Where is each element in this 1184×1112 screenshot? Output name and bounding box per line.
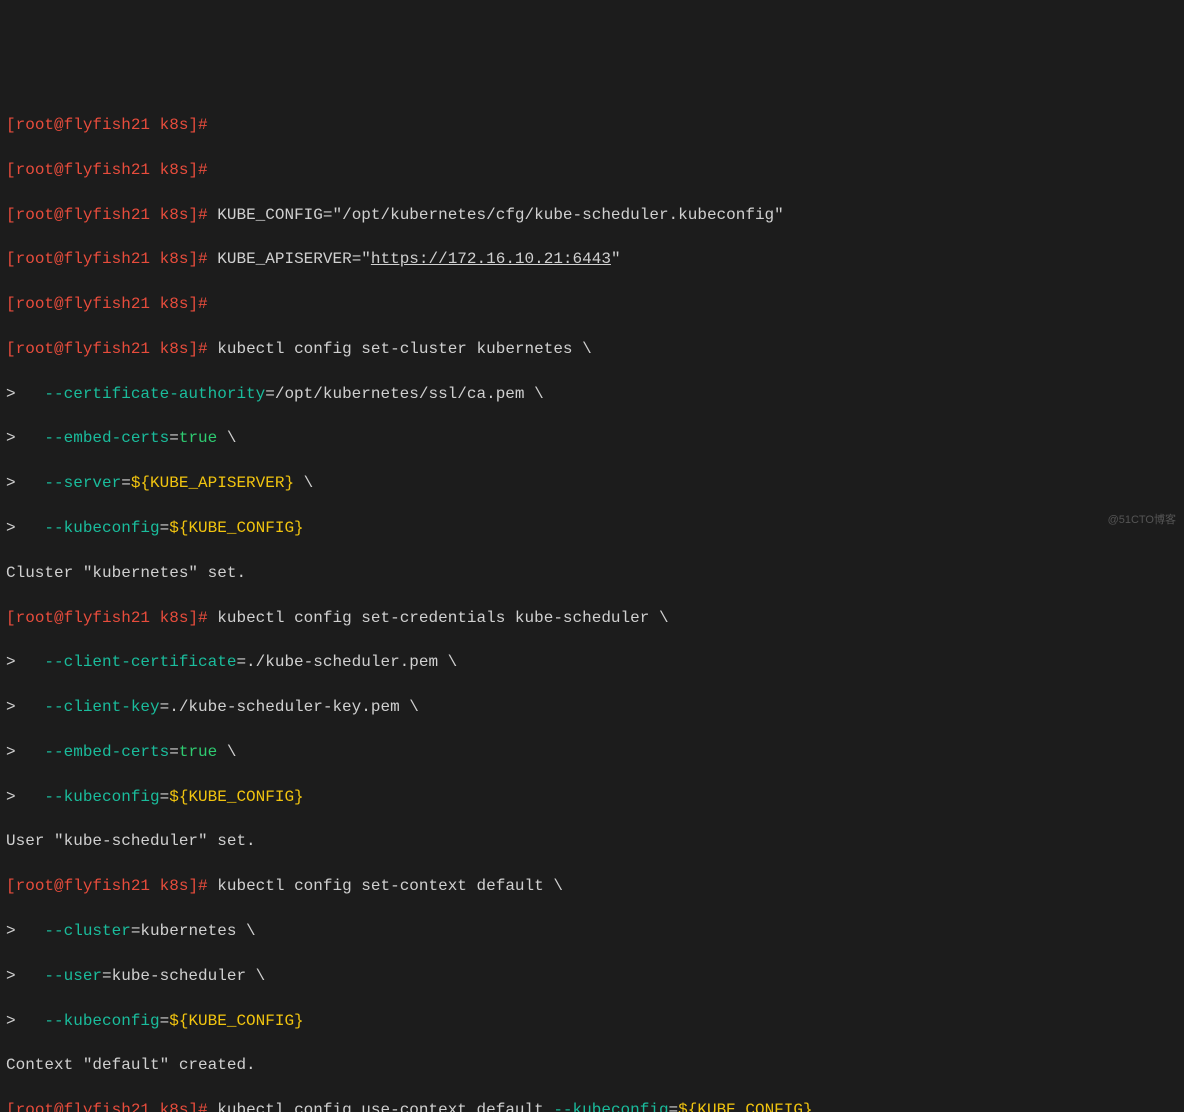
terminal-line: > --client-certificate=./kube-scheduler.… [6,651,1178,673]
value-text: true [179,743,217,761]
terminal-line: > --cluster=kubernetes \ [6,920,1178,942]
terminal-line: [root@flyfish21 k8s]# kubectl config set… [6,338,1178,360]
terminal-line: > --kubeconfig=${KUBE_CONFIG} [6,1010,1178,1032]
flag-text: --server [44,474,121,492]
terminal-line: [root@flyfish21 k8s]# KUBE_APISERVER="ht… [6,248,1178,270]
prompt-user-host: root@flyfish21 [16,116,150,134]
flag-text: --kubeconfig [44,1012,159,1030]
terminal-line: > --user=kube-scheduler \ [6,965,1178,987]
terminal-line: [root@flyfish21 k8s]# kubectl config set… [6,607,1178,629]
flag-text: --kubeconfig [44,788,159,806]
command-text: kubectl config use-context default [217,1101,553,1112]
flag-text: --embed-certs [44,429,169,447]
terminal-line: > --client-key=./kube-scheduler-key.pem … [6,696,1178,718]
command-text: KUBE_CONFIG="/opt/kubernetes/cfg/kube-sc… [217,206,784,224]
command-text: kubectl config set-cluster kubernetes \ [217,340,591,358]
terminal[interactable]: [root@flyfish21 k8s]# [root@flyfish21 k8… [6,92,1178,1112]
terminal-line: [root@flyfish21 k8s]# KUBE_CONFIG="/opt/… [6,204,1178,226]
variable-text: ${KUBE_APISERVER} [131,474,294,492]
command-text: kubectl config set-credentials kube-sche… [217,609,668,627]
flag-text: --client-key [44,698,159,716]
terminal-line: > --embed-certs=true \ [6,427,1178,449]
command-text: kubectl config set-context default \ [217,877,563,895]
flag-text: --certificate-authority [44,385,265,403]
terminal-line: [root@flyfish21 k8s]# kubectl config set… [6,875,1178,897]
prompt-dir: k8s [160,116,189,134]
variable-text: ${KUBE_CONFIG} [169,788,303,806]
output-line: Context "default" created. [6,1054,1178,1076]
variable-text: ${KUBE_CONFIG} [169,1012,303,1030]
output-line: Cluster "kubernetes" set. [6,562,1178,584]
terminal-line: [root@flyfish21 k8s]# [6,293,1178,315]
flag-text: --cluster [44,922,130,940]
terminal-line: > --kubeconfig=${KUBE_CONFIG} [6,786,1178,808]
terminal-line: > --certificate-authority=/opt/kubernete… [6,383,1178,405]
variable-text: ${KUBE_CONFIG} [169,519,303,537]
terminal-line: > --server=${KUBE_APISERVER} \ [6,472,1178,494]
prompt-open: [ [6,116,16,134]
url-text: https://172.16.10.21:6443 [371,250,611,268]
flag-text: --user [44,967,102,985]
flag-text: --kubeconfig [44,519,159,537]
flag-text: --kubeconfig [553,1101,668,1112]
terminal-line: [root@flyfish21 k8s]# [6,114,1178,136]
terminal-line: > --kubeconfig=${KUBE_CONFIG} [6,517,1178,539]
flag-text: --client-certificate [44,653,236,671]
variable-text: ${KUBE_CONFIG} [678,1101,812,1112]
terminal-line: > --embed-certs=true \ [6,741,1178,763]
watermark: @51CTO博客 [1108,513,1176,528]
output-line: User "kube-scheduler" set. [6,830,1178,852]
value-text: true [179,429,217,447]
flag-text: --embed-certs [44,743,169,761]
terminal-line: [root@flyfish21 k8s]# kubectl config use… [6,1099,1178,1112]
terminal-line: [root@flyfish21 k8s]# [6,159,1178,181]
